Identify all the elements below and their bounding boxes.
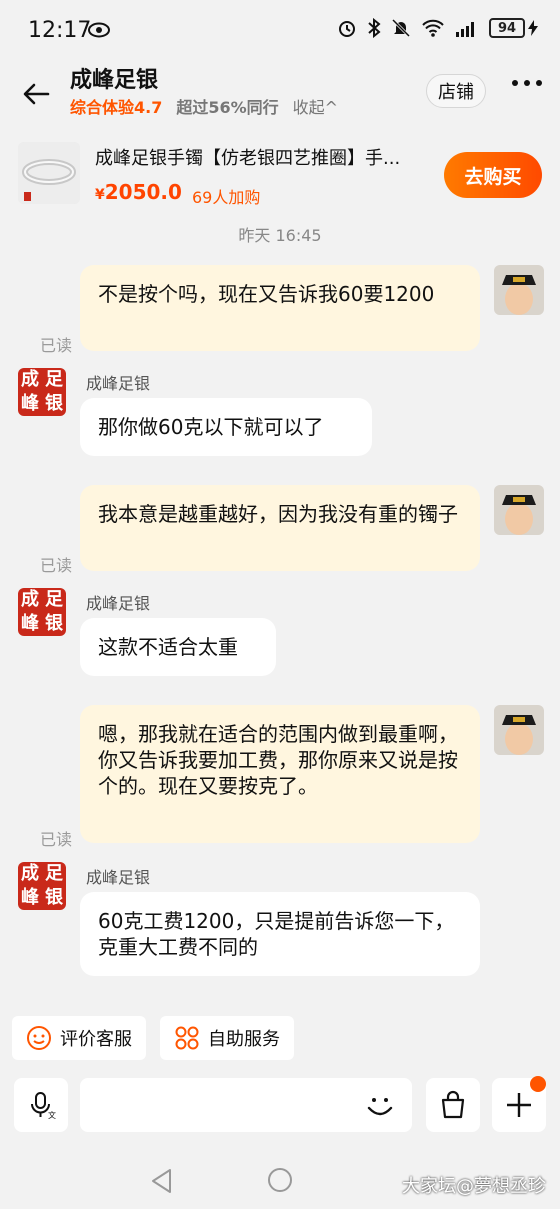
shopping-bag-button[interactable]	[426, 1078, 480, 1132]
svg-text:文: 文	[48, 1110, 56, 1120]
chat-header: 成峰足银 综合体验4.7 超过56%同行 收起^ 店铺	[0, 62, 560, 128]
user-avatar[interactable]	[494, 705, 544, 755]
my-message-bubble[interactable]: 嗯，那我就在适合的范围内做到最重啊，你又告诉我要加工费，那你原来又说是按个的。现…	[80, 705, 480, 843]
user-avatar[interactable]	[494, 485, 544, 535]
my-message-bubble[interactable]: 不是按个吗，现在又告诉我60要1200	[80, 265, 480, 351]
notification-dot	[530, 1076, 546, 1092]
store-button[interactable]: 店铺	[426, 74, 486, 108]
smile-icon	[27, 1026, 51, 1050]
wifi-icon	[422, 19, 444, 37]
status-icons: 94	[337, 18, 538, 38]
shop-message-bubble[interactable]: 那你做60克以下就可以了	[80, 398, 372, 456]
plus-icon	[507, 1093, 531, 1117]
user-avatar-image	[494, 265, 544, 315]
input-bar: 文	[0, 1072, 560, 1144]
voice-input-button[interactable]: 文	[14, 1078, 68, 1132]
experience-score: 综合体验4.7	[70, 98, 163, 117]
battery-indicator: 94	[489, 18, 538, 38]
eye-icon	[88, 22, 110, 38]
read-receipt: 已读	[40, 556, 73, 575]
product-price: ¥2050.0	[95, 180, 182, 204]
shop-avatar[interactable]: 成足峰银	[18, 862, 66, 910]
self-service-button[interactable]: 自助服务	[160, 1016, 294, 1060]
product-title[interactable]: 成峰足银手镯【仿老银四艺推圈】手...	[95, 144, 435, 170]
sender-name: 成峰足银	[86, 868, 151, 887]
shop-stats: 综合体验4.7 超过56%同行 收起^	[70, 94, 338, 118]
bluetooth-icon	[368, 18, 381, 38]
back-arrow-icon[interactable]	[20, 78, 52, 110]
shop-avatar[interactable]: 成足峰银	[18, 368, 66, 416]
shop-message-bubble[interactable]: 60克工费1200，只是提前告诉您一下，克重大工费不同的	[80, 892, 480, 976]
battery-level: 94	[489, 18, 525, 38]
my-message-bubble[interactable]: 我本意是越重越好，因为我没有重的镯子	[80, 485, 480, 571]
signal-icon	[456, 22, 474, 37]
nav-home-icon[interactable]	[268, 1168, 292, 1192]
sender-name: 成峰足银	[86, 594, 151, 613]
system-nav-bar: 大家坛@夢想丞珍	[0, 1150, 560, 1209]
quick-actions: 评价客服 自助服务	[12, 1016, 294, 1060]
sender-name: 成峰足银	[86, 374, 151, 393]
microphone-icon: 文	[31, 1092, 56, 1120]
buy-button[interactable]: 去购买	[444, 152, 542, 198]
nav-back-icon[interactable]	[150, 1168, 174, 1194]
more-menu-icon[interactable]	[512, 80, 542, 86]
shop-avatar[interactable]: 成足峰银	[18, 588, 66, 636]
review-service-button[interactable]: 评价客服	[12, 1016, 146, 1060]
grid-icon	[175, 1026, 199, 1050]
read-receipt: 已读	[40, 830, 73, 849]
mute-icon	[391, 18, 411, 38]
shop-message-bubble[interactable]: 这款不适合太重	[80, 618, 276, 676]
read-receipt: 已读	[40, 336, 73, 355]
user-avatar-image	[494, 705, 544, 755]
product-thumbnail[interactable]	[18, 142, 80, 204]
user-avatar[interactable]	[494, 265, 544, 315]
shop-title: 成峰足银	[70, 68, 159, 93]
charging-icon	[528, 20, 538, 36]
product-card[interactable]: 成峰足银手镯【仿老银四艺推圈】手... ¥2050.0 69人加购 去购买	[0, 134, 560, 220]
cart-count: 69人加购	[192, 188, 261, 207]
status-bar: 12:17 94	[0, 0, 560, 62]
collapse-toggle[interactable]: 收起^	[293, 94, 338, 118]
bracelet-image	[18, 142, 80, 204]
watermark-text: 大家坛@夢想丞珍	[402, 1176, 546, 1197]
shopping-bag-icon	[441, 1090, 465, 1119]
chat-timestamp: 昨天 16:45	[238, 226, 322, 245]
alarm-icon	[339, 21, 355, 37]
rank-text: 超过56%同行	[176, 98, 279, 117]
status-time: 12:17	[28, 18, 92, 43]
emoji-icon[interactable]	[362, 1088, 398, 1124]
user-avatar-image	[494, 485, 544, 535]
